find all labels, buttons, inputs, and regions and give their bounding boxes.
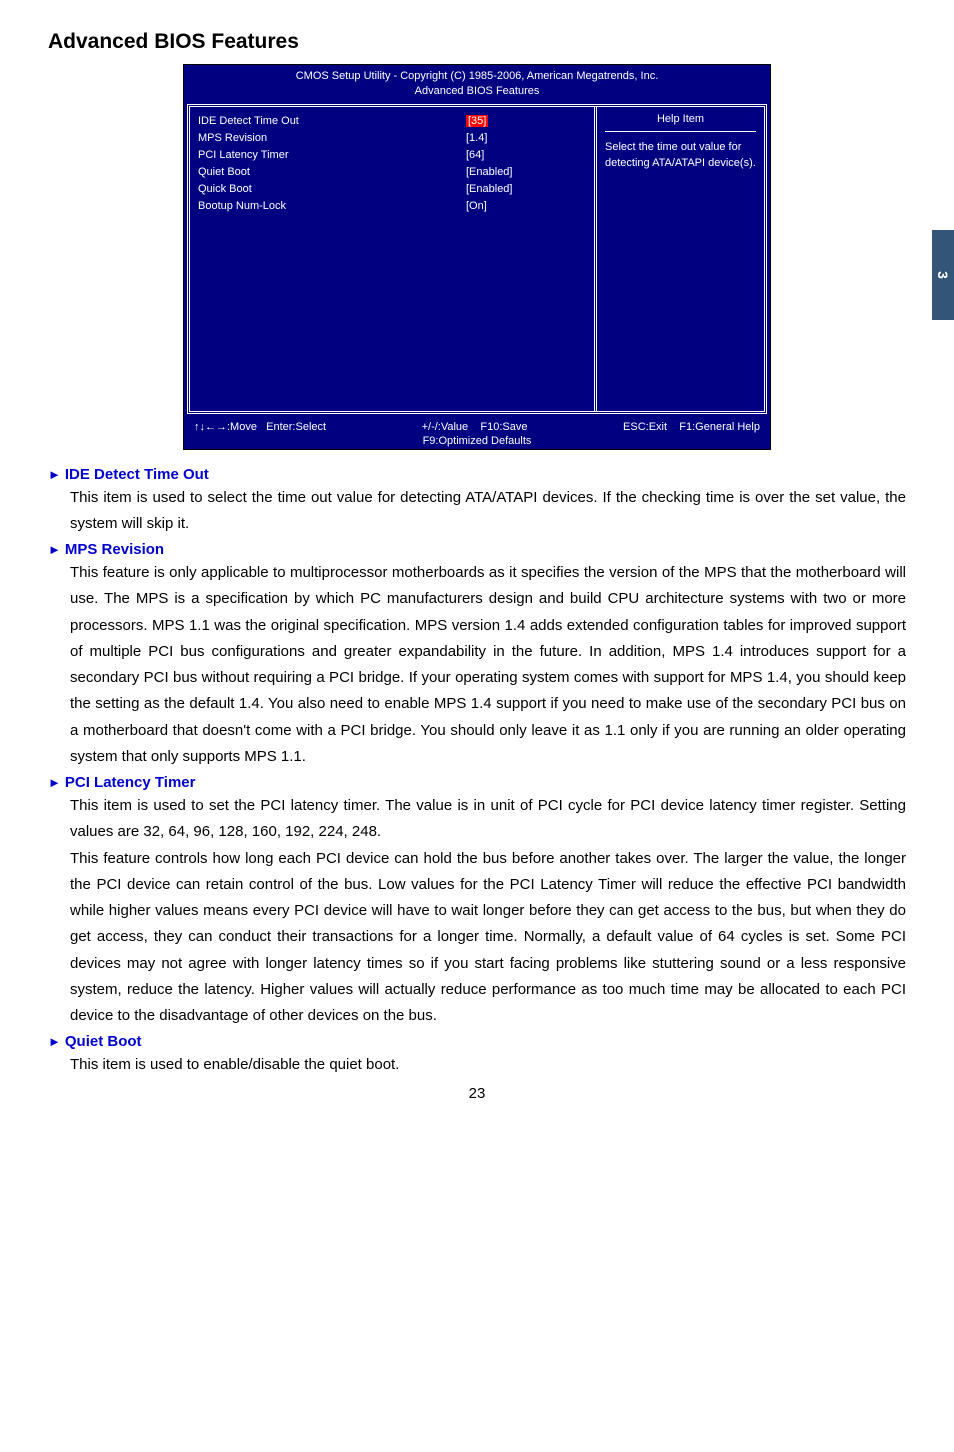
setting-value[interactable]: [1.4] [466,130,586,147]
setting-label[interactable]: Quiet Boot [198,164,466,181]
setting-label[interactable]: PCI Latency Timer [198,147,466,164]
setting-label[interactable]: MPS Revision [198,130,466,147]
bios-help-panel: Help Item Select the time out value for … [594,107,764,411]
desc-body-pci: This item is used to set the PCI latency… [70,793,906,1029]
setting-label[interactable]: IDE Detect Time Out [198,113,466,130]
bios-copyright: CMOS Setup Utility - Copyright (C) 1985-… [184,69,770,84]
hint-value: +/-/:Value F10:Save [422,421,528,433]
bios-header: CMOS Setup Utility - Copyright (C) 1985-… [184,65,770,101]
chapter-tab: 3 [932,230,954,320]
section-title: Advanced BIOS Features [48,30,906,54]
bios-settings-panel: IDE Detect Time Out MPS Revision PCI Lat… [190,107,594,411]
setting-value[interactable]: [Enabled] [466,164,586,181]
page-number: 23 [48,1085,906,1102]
hint-exit: ESC:Exit F1:General Help [623,421,760,433]
desc-body-quiet: This item is used to enable/disable the … [70,1052,906,1078]
desc-heading-mps: MPS Revision [48,541,906,558]
bios-key-hints: ↑↓←→:Move Enter:Select +/-/:Value F10:Sa… [184,417,770,449]
hint-move: ↑↓←→:Move Enter:Select [194,421,326,433]
desc-heading-pci: PCI Latency Timer [48,774,906,791]
setting-value-selected[interactable]: [35] [466,115,488,127]
setting-value[interactable]: [On] [466,198,586,215]
setting-value[interactable]: [Enabled] [466,181,586,198]
desc-heading-ide: IDE Detect Time Out [48,466,906,483]
bios-screen-title: Advanced BIOS Features [184,84,770,99]
setting-label[interactable]: Bootup Num-Lock [198,198,466,215]
setting-value[interactable]: [64] [466,147,586,164]
desc-heading-quiet: Quiet Boot [48,1033,906,1050]
bios-window: CMOS Setup Utility - Copyright (C) 1985-… [183,64,771,450]
hint-defaults: F9:Optimized Defaults [194,435,760,447]
desc-body-mps: This feature is only applicable to multi… [70,560,906,770]
desc-body-ide: This item is used to select the time out… [70,485,906,538]
setting-label[interactable]: Quick Boot [198,181,466,198]
help-text: Select the time out value for detecting … [605,140,756,172]
help-title: Help Item [605,113,756,132]
